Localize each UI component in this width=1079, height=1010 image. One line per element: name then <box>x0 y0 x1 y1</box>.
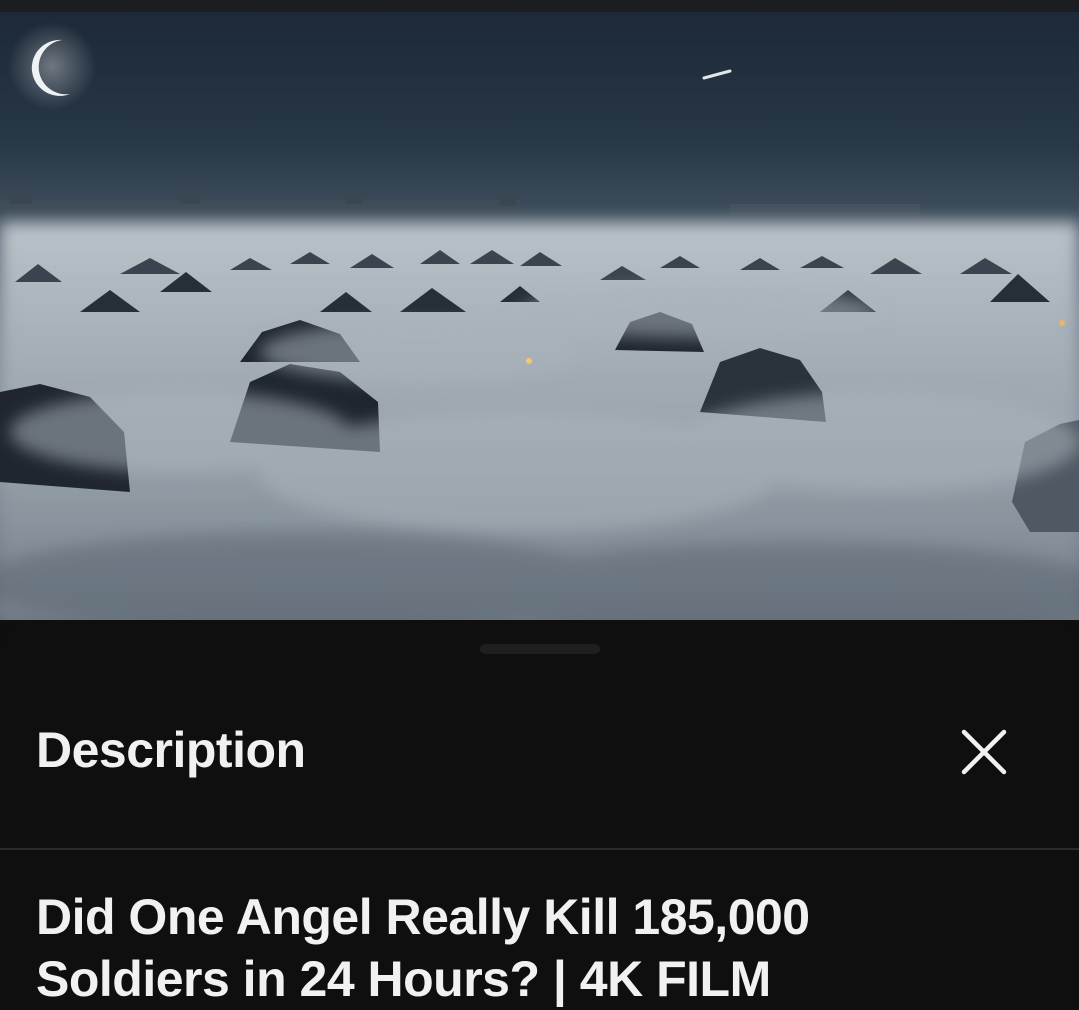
description-sheet: Description Did One Angel Really Kill 18… <box>0 620 1079 1007</box>
header-divider <box>0 848 1079 850</box>
moon-glow <box>8 22 96 110</box>
campfire-light <box>526 358 532 364</box>
video-title: Did One Angel Really Kill 185,000 Soldie… <box>36 886 1036 1010</box>
campfire-light <box>1059 320 1065 326</box>
status-bar-strip <box>0 0 1079 12</box>
video-frame <box>0 22 1079 620</box>
video-title-line: Soldiers in 24 Hours? | 4K FILM <box>36 951 771 1007</box>
video-player[interactable] <box>0 12 1079 620</box>
close-icon <box>961 729 1007 775</box>
distant-wall <box>0 200 520 214</box>
description-header: Description <box>36 722 306 778</box>
close-button[interactable] <box>952 720 1016 784</box>
shooting-star <box>702 69 732 80</box>
video-title-line: Did One Angel Really Kill 185,000 <box>36 889 810 945</box>
drag-handle[interactable] <box>480 644 600 654</box>
